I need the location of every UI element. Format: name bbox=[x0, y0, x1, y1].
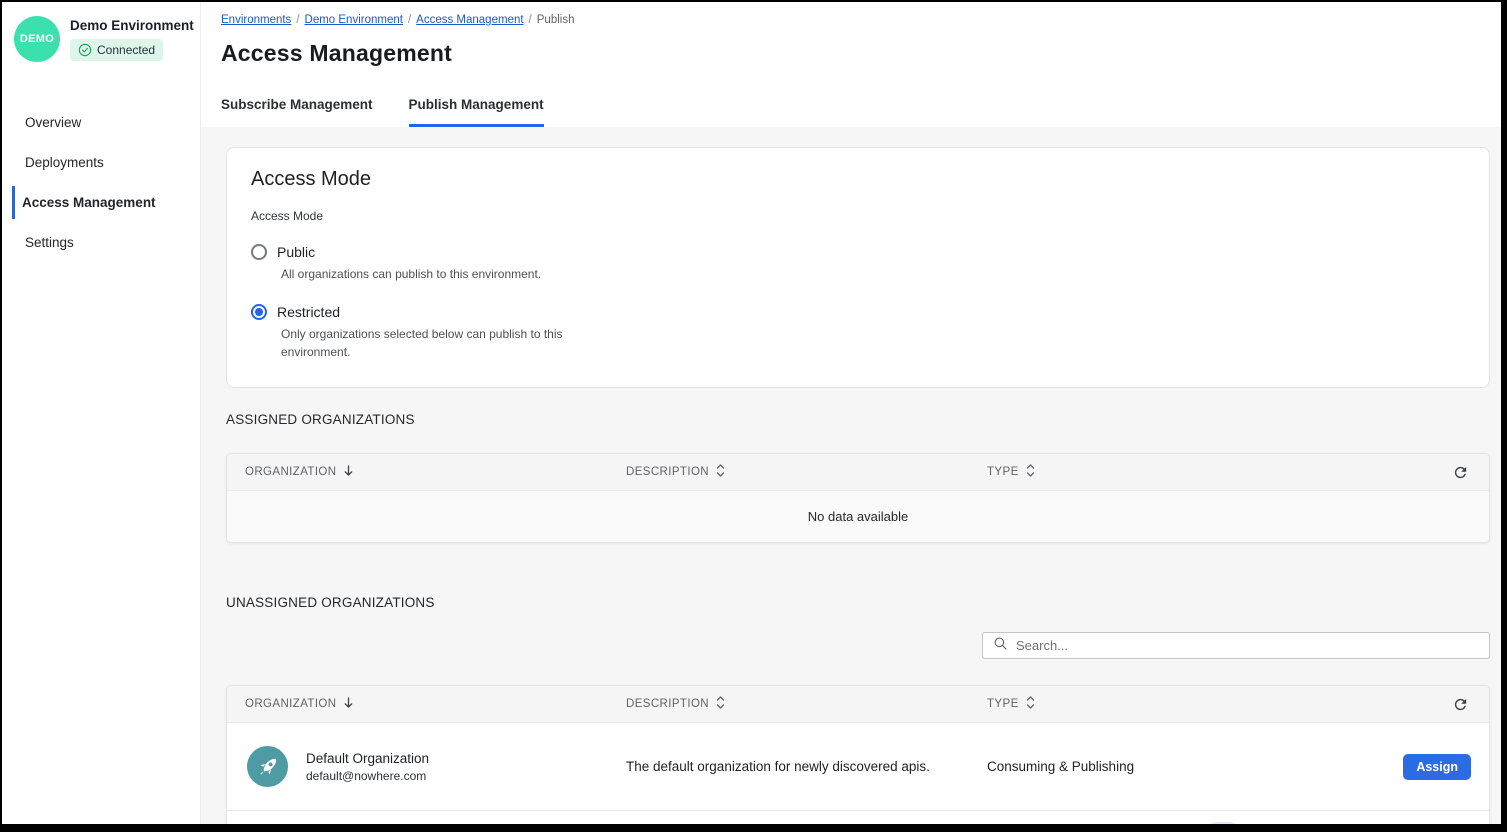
col-label: DESCRIPTION bbox=[626, 698, 709, 710]
sort-arrow-down-icon bbox=[343, 697, 354, 712]
unassigned-col-description[interactable]: DESCRIPTION bbox=[608, 696, 969, 712]
connected-check-icon bbox=[78, 43, 92, 57]
col-label: ORGANIZATION bbox=[245, 466, 336, 478]
col-label: DESCRIPTION bbox=[626, 466, 709, 478]
sidebar-nav: Overview Deployments Access Management S… bbox=[2, 106, 200, 266]
sort-both-icon bbox=[1026, 464, 1035, 480]
radio-restricted-control[interactable] bbox=[251, 304, 267, 320]
organization-type: Consuming & Publishing bbox=[969, 759, 1134, 774]
breadcrumb-current-publish: Publish bbox=[537, 14, 575, 26]
radio-option-restricted[interactable]: Restricted bbox=[251, 304, 1465, 320]
page-number-chip[interactable]: 1 bbox=[1208, 822, 1238, 824]
pagination-controls: 1 Go to page Go bbox=[1176, 822, 1467, 824]
breadcrumb-separator: / bbox=[408, 14, 411, 26]
breadcrumb-environments[interactable]: Environments bbox=[221, 14, 291, 26]
sort-both-icon bbox=[716, 464, 725, 480]
sidebar-item-access-management[interactable]: Access Management bbox=[12, 186, 200, 219]
page-header: Environments / Demo Environment / Access… bbox=[201, 2, 1501, 127]
tab-bar: Subscribe Management Publish Management bbox=[221, 91, 1481, 127]
main-area: Environments / Demo Environment / Access… bbox=[201, 2, 1501, 824]
access-mode-field-label: Access Mode bbox=[251, 209, 1465, 223]
tab-publish-management[interactable]: Publish Management bbox=[409, 91, 544, 127]
sidebar-item-settings[interactable]: Settings bbox=[2, 226, 200, 259]
table-row: Default Organization default@nowhere.com… bbox=[227, 722, 1489, 810]
environment-avatar: DEMO bbox=[14, 16, 60, 62]
col-label: TYPE bbox=[987, 698, 1019, 710]
search-input[interactable] bbox=[1016, 638, 1479, 653]
unassigned-table-header: ORGANIZATION DESCRIPTION T bbox=[227, 686, 1489, 722]
assigned-table: ORGANIZATION DESCRIPTION T bbox=[226, 453, 1490, 543]
organization-description: The default organization for newly disco… bbox=[608, 759, 969, 774]
unassigned-col-type[interactable]: TYPE bbox=[969, 696, 1433, 712]
content-area: Access Mode Access Mode Public All organ… bbox=[201, 127, 1501, 824]
status-badge-label: Connected bbox=[97, 43, 155, 57]
unassigned-organizations-section: UNASSIGNED ORGANIZATIONS ORGANIZATION bbox=[226, 595, 1490, 824]
assigned-organizations-section: ASSIGNED ORGANIZATIONS ORGANIZATION DESC… bbox=[226, 412, 1490, 543]
organization-name: Default Organization bbox=[306, 751, 429, 766]
organization-email: default@nowhere.com bbox=[306, 769, 429, 783]
sort-both-icon bbox=[716, 696, 725, 712]
col-label: ORGANIZATION bbox=[245, 698, 336, 710]
radio-public-control[interactable] bbox=[251, 244, 267, 260]
sort-arrow-down-icon bbox=[343, 465, 354, 480]
radio-public-label: Public bbox=[277, 244, 315, 260]
search-icon bbox=[993, 636, 1008, 656]
organization-rocket-avatar bbox=[247, 746, 288, 787]
assigned-section-title: ASSIGNED ORGANIZATIONS bbox=[226, 412, 1490, 427]
radio-restricted-description: Only organizations selected below can pu… bbox=[281, 326, 581, 361]
assigned-col-organization[interactable]: ORGANIZATION bbox=[227, 465, 608, 480]
status-badge: Connected bbox=[70, 39, 163, 61]
page-title: Access Management bbox=[221, 40, 1481, 67]
refresh-icon[interactable] bbox=[1452, 696, 1469, 713]
refresh-icon[interactable] bbox=[1452, 464, 1469, 481]
sidebar-item-deployments[interactable]: Deployments bbox=[2, 146, 200, 179]
col-label: TYPE bbox=[987, 466, 1019, 478]
breadcrumb-access-management[interactable]: Access Management bbox=[416, 14, 523, 26]
breadcrumb-demo-environment[interactable]: Demo Environment bbox=[305, 14, 403, 26]
radio-option-public[interactable]: Public bbox=[251, 244, 1465, 260]
environment-header: DEMO Demo Environment Connected bbox=[2, 16, 200, 62]
sidebar-item-overview[interactable]: Overview bbox=[2, 106, 200, 139]
environment-name: Demo Environment bbox=[70, 18, 194, 33]
breadcrumb-separator: / bbox=[529, 14, 532, 26]
unassigned-table: ORGANIZATION DESCRIPTION T bbox=[226, 685, 1490, 824]
access-mode-title: Access Mode bbox=[251, 168, 1465, 191]
table-footer: 1-1 of 1 1 Go to page Go bbox=[227, 810, 1489, 824]
assigned-col-type[interactable]: TYPE bbox=[969, 464, 1433, 480]
assigned-empty-state: No data available bbox=[227, 490, 1489, 542]
assigned-table-header: ORGANIZATION DESCRIPTION T bbox=[227, 454, 1489, 490]
access-mode-card: Access Mode Access Mode Public All organ… bbox=[226, 147, 1490, 388]
unassigned-col-organization[interactable]: ORGANIZATION bbox=[227, 697, 608, 712]
radio-public-description: All organizations can publish to this en… bbox=[281, 266, 581, 283]
breadcrumb: Environments / Demo Environment / Access… bbox=[221, 14, 1481, 26]
assigned-col-description[interactable]: DESCRIPTION bbox=[608, 464, 969, 480]
tab-subscribe-management[interactable]: Subscribe Management bbox=[221, 91, 373, 127]
breadcrumb-separator: / bbox=[296, 14, 299, 26]
assign-button[interactable]: Assign bbox=[1403, 754, 1471, 780]
search-box bbox=[982, 632, 1490, 659]
app-window: DEMO Demo Environment Connected Overview… bbox=[0, 0, 1507, 832]
radio-restricted-label: Restricted bbox=[277, 304, 340, 320]
sidebar: DEMO Demo Environment Connected Overview… bbox=[2, 2, 201, 824]
sort-both-icon bbox=[1026, 696, 1035, 712]
unassigned-section-title: UNASSIGNED ORGANIZATIONS bbox=[226, 595, 1490, 610]
